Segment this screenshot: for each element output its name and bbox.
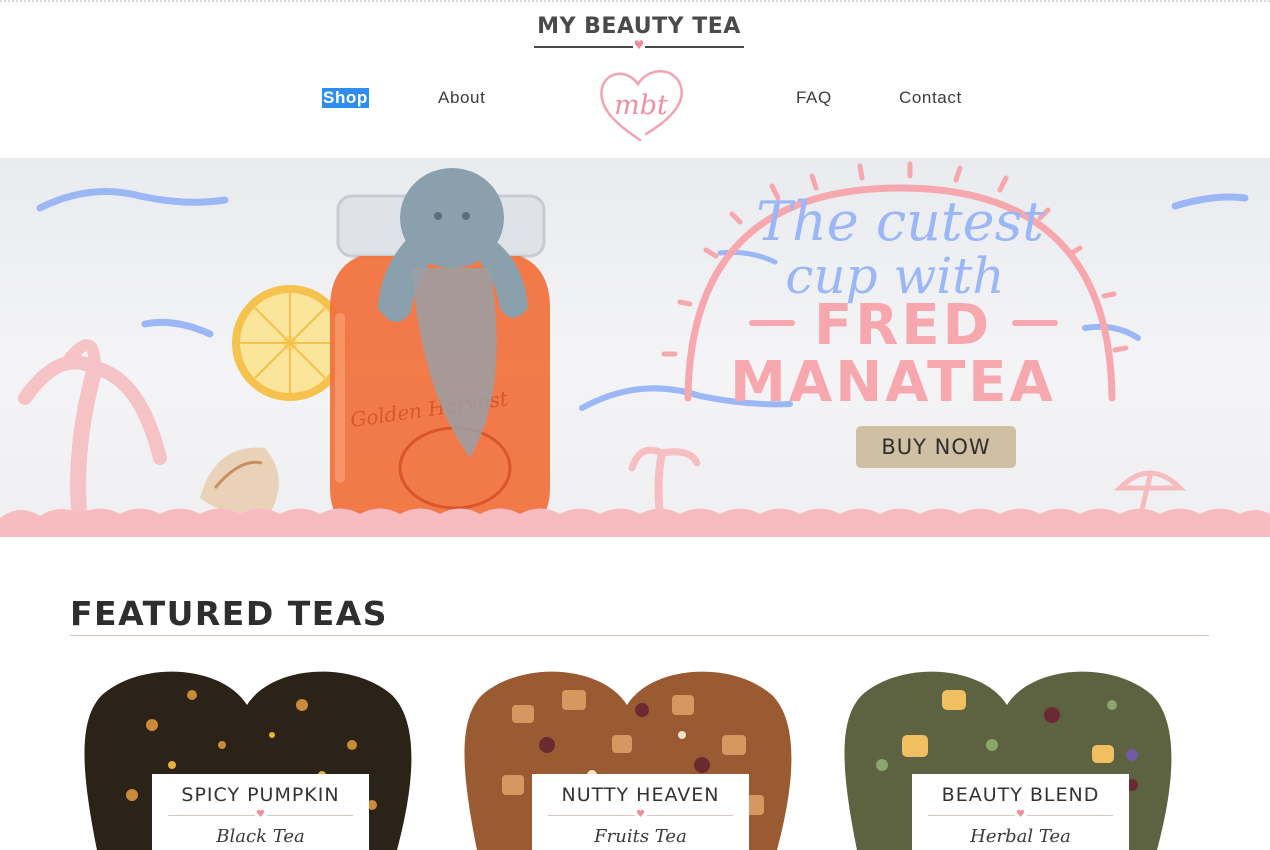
featured-divider [70,635,1209,636]
hero-illustration: Golden Harvest The cutest cup with FRED … [0,161,1270,537]
tea-type: Fruits Tea [594,826,687,847]
tea-card-nutty-heaven[interactable]: NUTTY HEAVEN ♥ Fruits Tea [452,665,802,850]
monogram-text: mbt [614,90,668,121]
nav-contact[interactable]: Contact [899,88,962,108]
brand-wordmark[interactable]: MY BEAUTY TEA ♥ [534,14,744,51]
tea-label: BEAUTY BLEND ♥ Herbal Tea [912,774,1129,850]
heart-icon: ♥ [254,809,267,821]
tea-name: SPICY PUMPKIN [181,784,340,806]
squiggle-shape [141,318,214,338]
heart-icon: ♥ [634,809,647,821]
hero-headline-fred: FRED [814,293,992,358]
mbt-heart-logo[interactable]: mbt [596,64,686,144]
squiggle-shape [36,188,229,212]
hero-headline-manatea: MANATEA [730,350,1056,415]
featured-title: FEATURED TEAS [70,594,389,633]
hero-script-line1: The cutest [756,190,1044,253]
seashell-shape [200,447,279,516]
squiggle-shape [1082,323,1141,341]
squiggle-shape [1171,193,1249,210]
buy-now-button[interactable]: BUY NOW [856,426,1016,468]
tea-type: Black Tea [216,826,305,847]
brand-name: MY BEAUTY TEA [537,14,741,39]
tea-type: Herbal Tea [970,826,1071,847]
tea-name: BEAUTY BLEND [941,784,1100,806]
tea-label: NUTTY HEAVEN ♥ Fruits Tea [532,774,749,850]
palm-tree-icon [18,339,167,537]
nav-about[interactable]: About [438,88,485,108]
wave-border [0,508,1270,537]
nav-faq[interactable]: FAQ [796,88,832,108]
hero-banner: Golden Harvest The cutest cup with FRED … [0,158,1270,537]
tea-card-beauty-blend[interactable]: BEAUTY BLEND ♥ Herbal Tea [832,665,1182,850]
tea-card-spicy-pumpkin[interactable]: SPICY PUMPKIN ♥ Black Tea [72,665,422,850]
site-header: MY BEAUTY TEA ♥ Shop About mbt FAQ Conta… [0,0,1270,158]
heart-icon: ♥ [633,38,645,52]
brand-underline: ♥ [534,38,744,52]
nav-shop[interactable]: Shop [322,88,369,108]
tea-label: SPICY PUMPKIN ♥ Black Tea [152,774,369,850]
heart-icon: ♥ [1014,809,1027,821]
tea-name: NUTTY HEAVEN [561,784,720,806]
